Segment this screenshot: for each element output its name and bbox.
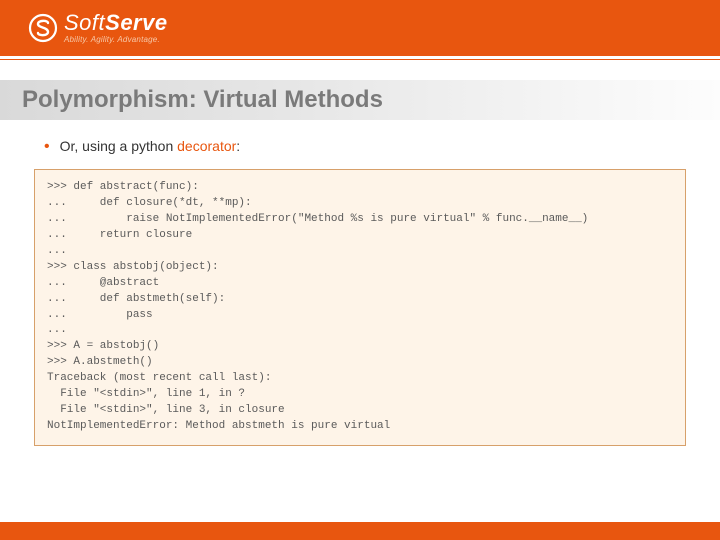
title-row: Polymorphism: Virtual Methods bbox=[0, 80, 720, 120]
bullet-text: Or, using a python decorator: bbox=[60, 138, 241, 154]
footer-bar bbox=[0, 522, 720, 540]
bullet-item: • Or, using a python decorator: bbox=[44, 138, 686, 155]
brand-logo: SoftServe Ability. Agility. Advantage. bbox=[28, 12, 168, 44]
bullet-prefix: Or, using a python bbox=[60, 138, 178, 154]
content-area: • Or, using a python decorator: >>> def … bbox=[0, 120, 720, 446]
brand-name-prefix: Soft bbox=[64, 10, 105, 35]
brand-name-suffix: Serve bbox=[105, 10, 167, 35]
page-title: Polymorphism: Virtual Methods bbox=[22, 86, 698, 114]
bullet-icon: • bbox=[44, 139, 50, 155]
bullet-keyword: decorator bbox=[177, 138, 236, 154]
header-bar: SoftServe Ability. Agility. Advantage. bbox=[0, 0, 720, 56]
header-divider bbox=[0, 56, 720, 60]
brand-name: SoftServe bbox=[64, 12, 168, 34]
code-block: >>> def abstract(func): ... def closure(… bbox=[34, 169, 686, 446]
brand-mark-icon bbox=[28, 13, 58, 43]
brand-tagline: Ability. Agility. Advantage. bbox=[64, 36, 168, 44]
bullet-suffix: : bbox=[236, 138, 240, 154]
